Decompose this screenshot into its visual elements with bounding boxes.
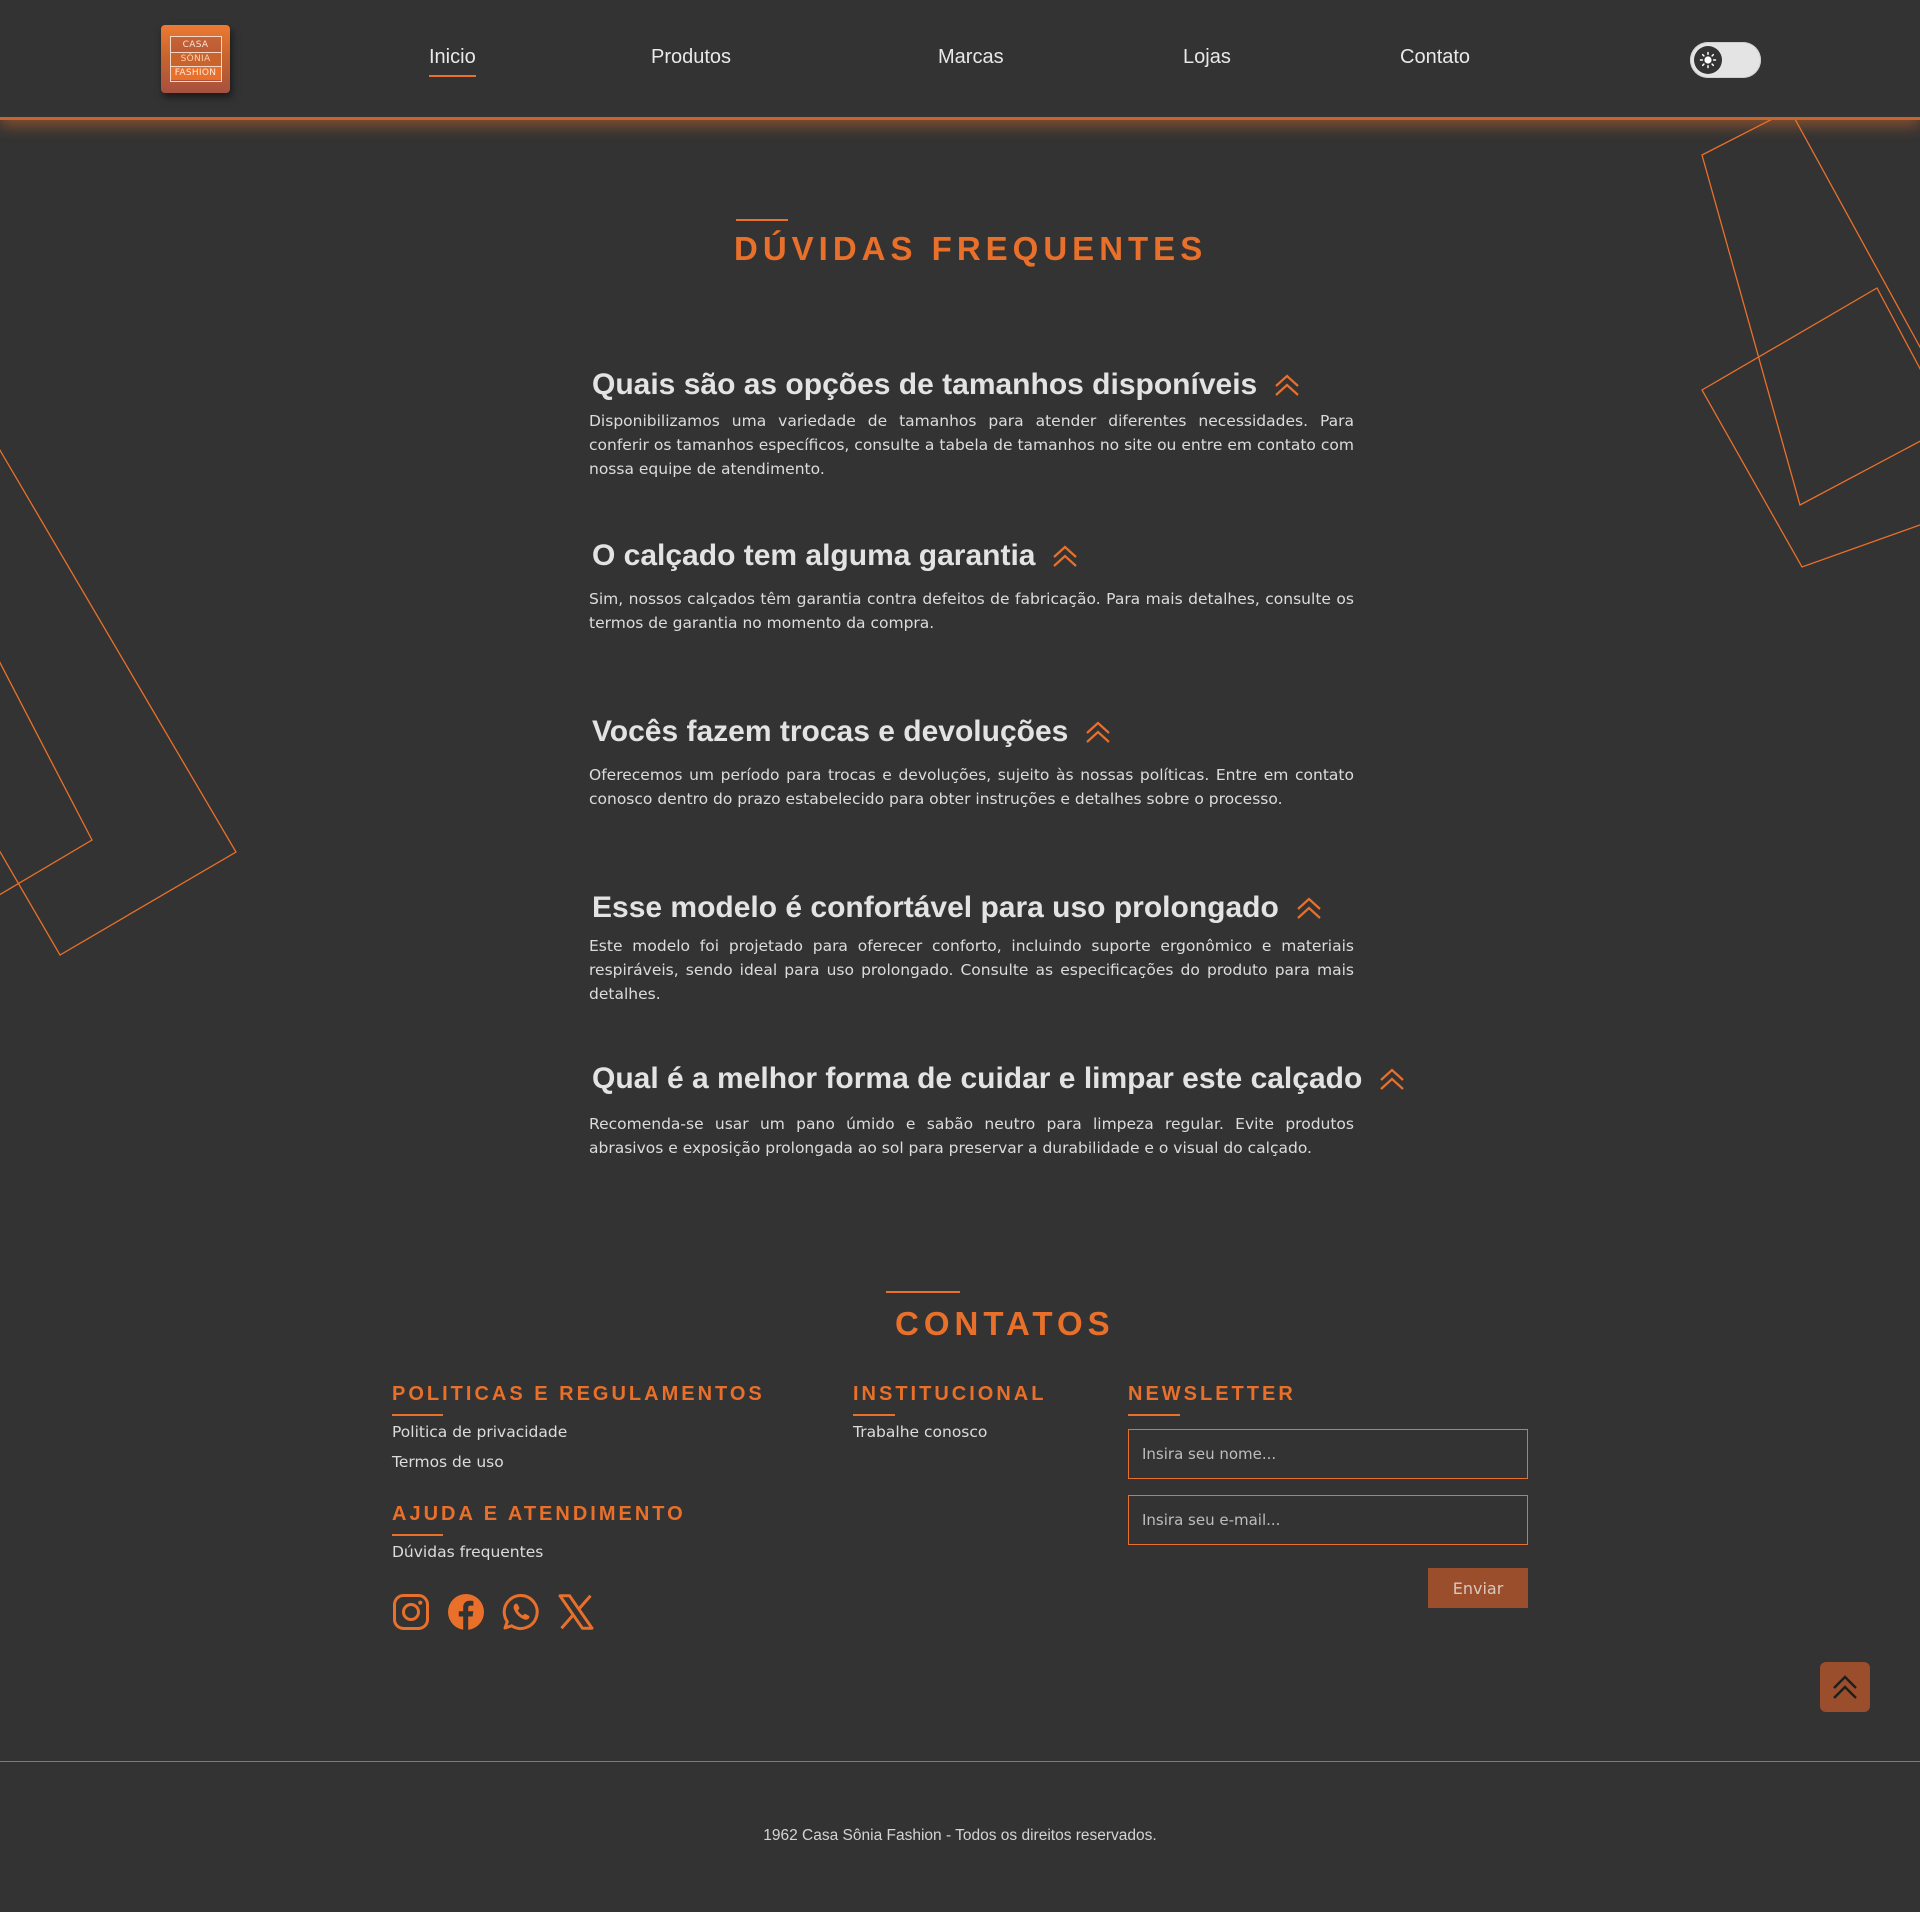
faq-question-text: Vocês fazem trocas e devoluções: [592, 715, 1069, 748]
nav-link-marcas[interactable]: Marcas: [938, 46, 1004, 69]
instagram-icon[interactable]: [392, 1593, 430, 1631]
footer-divider: [0, 1761, 1920, 1762]
faq-question-text: Quais são as opções de tamanhos disponív…: [592, 368, 1258, 401]
privacy-policy-link[interactable]: Politica de privacidade: [392, 1423, 567, 1441]
faq-answer-4: Este modelo foi projetado para oferecer …: [589, 937, 1354, 1003]
contacts-title: CONTATOS: [895, 1305, 1115, 1342]
nav-link-produtos[interactable]: Produtos: [651, 46, 731, 69]
terms-of-use-link[interactable]: Termos de uso: [392, 1453, 504, 1471]
faq-question-text: Esse modelo é confortável para uso prolo…: [592, 891, 1279, 924]
faq-link[interactable]: Dúvidas frequentes: [392, 1543, 543, 1561]
policies-title: POLITICAS E REGULAMENTOS: [392, 1383, 765, 1405]
chevron-double-up-icon: [1833, 1675, 1857, 1699]
newsletter-submit-button[interactable]: Enviar: [1428, 1568, 1528, 1608]
copyright-text: 1962 Casa Sônia Fashion - Todos os direi…: [763, 1827, 1157, 1844]
facebook-icon[interactable]: [447, 1593, 485, 1631]
chevron-double-up-icon[interactable]: [1084, 720, 1112, 744]
help-title-bar: [392, 1534, 443, 1536]
faq-question-text: Qual é a melhor forma de cuidar e limpar…: [592, 1062, 1363, 1095]
sun-icon: [1699, 51, 1717, 69]
newsletter-email-input[interactable]: [1128, 1495, 1528, 1545]
newsletter-name-input[interactable]: [1128, 1429, 1528, 1479]
page: CASA SÔNIA FASHION Inicio Produtos Marca…: [0, 0, 1920, 1912]
theme-toggle[interactable]: [1690, 42, 1761, 78]
theme-toggle-knob: [1694, 46, 1722, 74]
faq-question-2[interactable]: O calçado tem alguma garantia: [592, 539, 1079, 573]
faq-question-4[interactable]: Esse modelo é confortável para uso prolo…: [592, 891, 1323, 925]
faq-question-1[interactable]: Quais são as opções de tamanhos disponív…: [592, 368, 1301, 402]
careers-link[interactable]: Trabalhe conosco: [853, 1423, 987, 1441]
policies-title-bar: [392, 1414, 443, 1416]
faq-question-3[interactable]: Vocês fazem trocas e devoluções: [592, 715, 1112, 749]
faq-title: DÚVIDAS FREQUENTES: [734, 230, 1208, 267]
back-to-top-button[interactable]: [1820, 1662, 1870, 1712]
faq-question-5[interactable]: Qual é a melhor forma de cuidar e limpar…: [592, 1062, 1406, 1096]
faq-answer-3: Oferecemos um período para trocas e devo…: [589, 766, 1354, 808]
faq-question-text: O calçado tem alguma garantia: [592, 539, 1036, 572]
site-header: CASA SÔNIA FASHION Inicio Produtos Marca…: [0, 0, 1920, 120]
whatsapp-icon[interactable]: [502, 1593, 540, 1631]
newsletter-title: NEWSLETTER: [1128, 1383, 1296, 1405]
institutional-title-bar: [853, 1414, 895, 1416]
chevron-double-up-icon[interactable]: [1295, 896, 1323, 920]
nav-link-lojas[interactable]: Lojas: [1183, 46, 1231, 69]
faq-answer-1: Disponibilizamos uma variedade de tamanh…: [589, 412, 1354, 478]
social-links: [392, 1593, 595, 1631]
x-icon[interactable]: [557, 1593, 595, 1631]
help-title: AJUDA E ATENDIMENTO: [392, 1503, 686, 1525]
chevron-double-up-icon[interactable]: [1273, 373, 1301, 397]
newsletter-title-bar: [1128, 1414, 1180, 1416]
faq-answer-5: Recomenda-se usar um pano úmido e sabão …: [589, 1115, 1354, 1157]
institutional-title: INSTITUCIONAL: [853, 1383, 1047, 1405]
nav-link-inicio[interactable]: Inicio: [429, 46, 476, 77]
faq-title-bar: [736, 219, 788, 221]
chevron-double-up-icon[interactable]: [1051, 544, 1079, 568]
contacts-title-bar: [886, 1291, 960, 1293]
main-nav: Inicio Produtos Marcas Lojas Contato: [0, 46, 1920, 77]
chevron-double-up-icon[interactable]: [1378, 1067, 1406, 1091]
nav-link-contato[interactable]: Contato: [1400, 46, 1470, 69]
faq-answer-2: Sim, nossos calçados têm garantia contra…: [589, 590, 1354, 632]
